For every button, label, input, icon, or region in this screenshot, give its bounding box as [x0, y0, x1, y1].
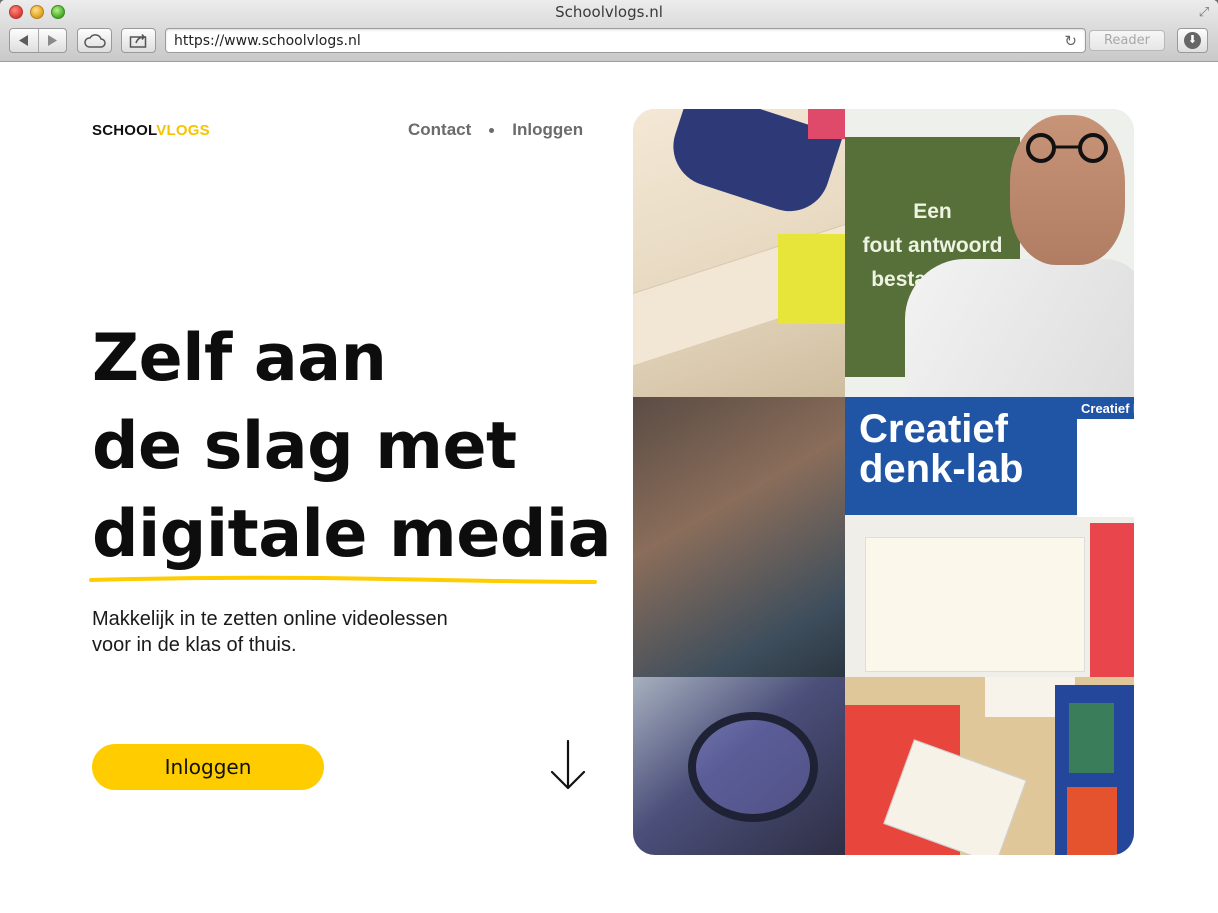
photo-creatief-denklab: Creatief denk-lab Creatief D: [845, 397, 1134, 677]
browser-window: Schoolvlogs.nl ⤢ https://www.schoolvlogs…: [0, 0, 1218, 913]
hero-headline: Zelf aan de slag met digitale media: [92, 315, 612, 579]
block-shape: [778, 234, 845, 324]
photo-collage: Een fout antwoord bestaat niet. Creatief: [633, 109, 1134, 855]
back-button[interactable]: [10, 29, 38, 52]
headline-underline: [89, 575, 597, 584]
browser-toolbar: Schoolvlogs.nl ⤢ https://www.schoolvlogs…: [0, 0, 1218, 62]
downloads-button[interactable]: ⬇: [1177, 28, 1208, 53]
logo-vlogs-text: VLOGS: [156, 122, 210, 139]
glasses-shape: [1026, 133, 1108, 163]
side-poster-body: [1077, 419, 1134, 517]
site-logo[interactable]: SCHOOLVLOGS: [92, 122, 210, 139]
nav-login-link[interactable]: Inloggen: [512, 120, 583, 140]
headline-line: digitale media: [92, 497, 612, 572]
icloud-tabs-button[interactable]: [77, 28, 112, 53]
poster-line: denk-lab: [859, 447, 1024, 491]
block-shape: [808, 109, 845, 139]
nav-separator-dot: [489, 127, 495, 133]
magnifier-shape: [688, 712, 818, 822]
forward-button[interactable]: [37, 29, 66, 52]
window-title: Schoolvlogs.nl: [555, 3, 663, 21]
photo-om-cards: [845, 677, 1134, 855]
poster-line: Een: [913, 200, 952, 223]
blue-poster: Creatief denk-lab: [845, 397, 1077, 515]
down-arrow-icon[interactable]: [549, 739, 587, 791]
poster-line: fout antwoord: [862, 234, 1003, 257]
red-block: [1067, 787, 1117, 855]
cloud-icon: [83, 33, 106, 48]
photo-wooden-blocks: [633, 109, 845, 397]
photo-magnifier: [633, 677, 845, 855]
share-icon: [129, 34, 146, 48]
doodle-card: [865, 537, 1085, 672]
page-content: SCHOOLVLOGS Contact Inloggen Zelf aan de…: [0, 63, 1218, 913]
headline-line: Zelf aan: [92, 321, 387, 396]
reload-icon[interactable]: ↻: [1064, 32, 1077, 50]
address-bar[interactable]: https://www.schoolvlogs.nl ↻: [165, 28, 1086, 53]
subtext-line: voor in de klas of thuis.: [92, 634, 297, 656]
back-forward-group: [9, 28, 67, 53]
hero-subtext: Makkelijk in te zetten online videolesse…: [92, 606, 448, 658]
frame-window: [1069, 703, 1114, 773]
photo-students-working: [633, 397, 845, 677]
fullscreen-icon[interactable]: ⤢: [1196, 4, 1212, 20]
back-arrow-icon: [18, 35, 28, 46]
subtext-line: Makkelijk in te zetten online videolesse…: [92, 608, 448, 630]
forward-arrow-icon: [48, 35, 58, 46]
top-navigation: Contact Inloggen: [408, 120, 583, 140]
photo-teacher-poster: Een fout antwoord bestaat niet.: [845, 109, 1134, 397]
reader-button[interactable]: Reader: [1089, 30, 1165, 51]
share-button[interactable]: [121, 28, 156, 53]
headline-line: de slag met: [92, 409, 517, 484]
red-poster: [1090, 523, 1134, 677]
login-button[interactable]: Inloggen: [92, 744, 324, 790]
poster-line: Creatief: [859, 407, 1008, 451]
url-text: https://www.schoolvlogs.nl: [174, 33, 361, 49]
download-icon: ⬇: [1184, 32, 1201, 49]
nav-contact-link[interactable]: Contact: [408, 120, 471, 140]
logo-school-text: SCHOOL: [92, 122, 157, 139]
blue-poster-title: Creatief denk-lab: [859, 409, 1077, 489]
person-coat: [905, 259, 1134, 397]
